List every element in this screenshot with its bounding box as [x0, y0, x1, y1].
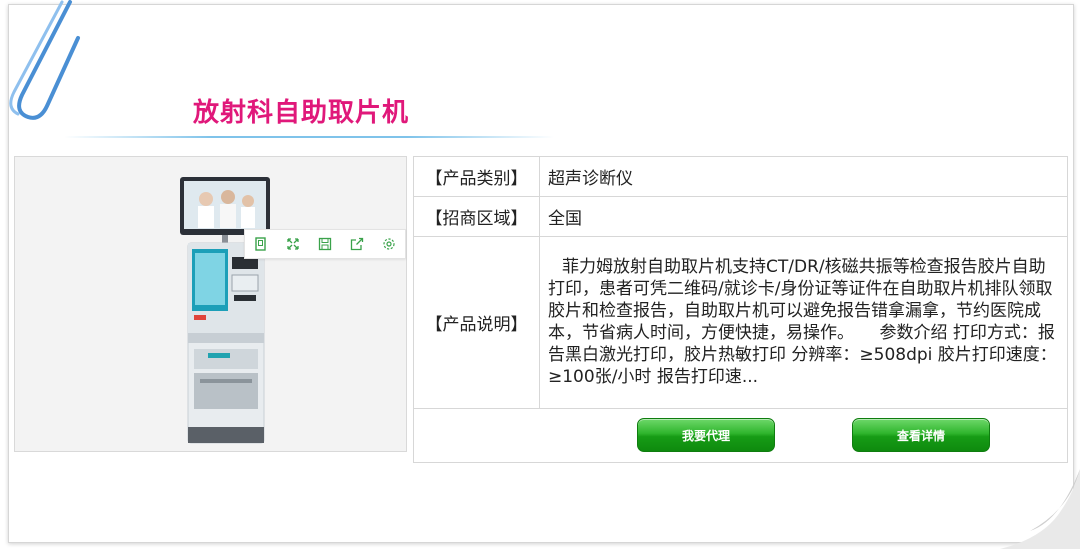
table-row: 【招商区域】 全国 [413, 196, 1068, 237]
page-curl-icon [1000, 469, 1080, 549]
title-underline [64, 136, 554, 138]
table-row: 【产品类别】 超声诊断仪 [413, 156, 1068, 197]
description-label: 【产品说明】 [413, 236, 540, 409]
paperclip-icon [9, 0, 80, 120]
view-details-button[interactable]: 查看详情 [852, 418, 990, 452]
copy-icon[interactable] [252, 235, 270, 253]
description-value: 菲力姆放射自助取片机支持CT/DR/核磁共振等检查报告胶片自助打印，患者可凭二维… [539, 236, 1068, 409]
gear-icon[interactable] [380, 235, 398, 253]
save-icon[interactable] [316, 235, 334, 253]
kiosk-illustration [180, 177, 270, 444]
category-label: 【产品类别】 [413, 156, 540, 197]
region-value: 全国 [539, 196, 1068, 237]
region-label: 【招商区域】 [413, 196, 540, 237]
page-title: 放射科自助取片机 [193, 98, 410, 128]
image-toolbar [244, 229, 406, 259]
category-value: 超声诊断仪 [539, 156, 1068, 197]
product-info-table: 【产品类别】 超声诊断仪 【招商区域】 全国 【产品说明】 菲力姆放射自助取片机… [413, 156, 1068, 463]
expand-icon[interactable] [284, 235, 302, 253]
product-image [14, 156, 407, 452]
become-agent-button[interactable]: 我要代理 [637, 418, 775, 452]
share-icon[interactable] [348, 235, 366, 253]
table-row: 【产品说明】 菲力姆放射自助取片机支持CT/DR/核磁共振等检查报告胶片自助打印… [413, 236, 1068, 409]
